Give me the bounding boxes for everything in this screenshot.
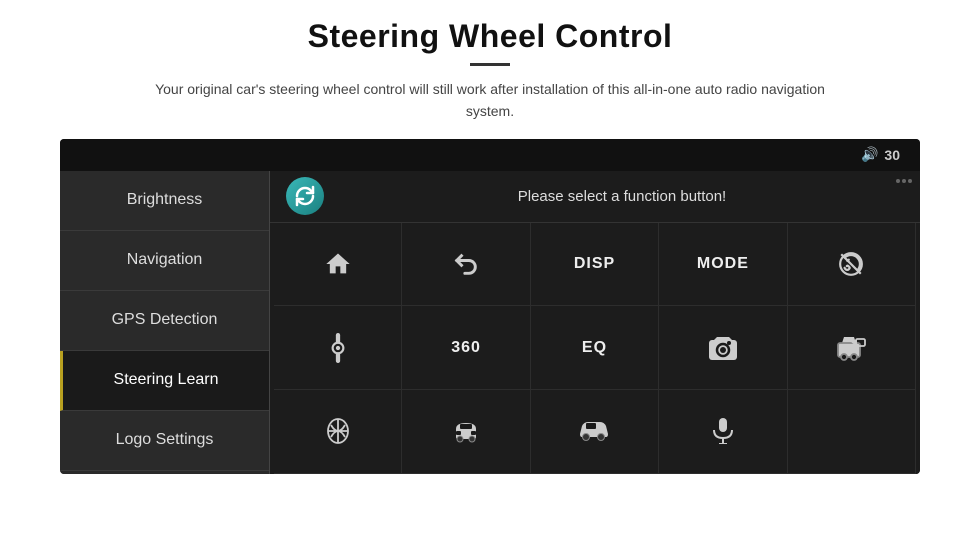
grid-mode-button[interactable]: MODE [659, 223, 787, 307]
grid-disp-button[interactable]: DISP [531, 223, 659, 307]
prompt-text: Please select a function button! [340, 188, 904, 205]
grid-eq-button[interactable]: EQ [531, 306, 659, 390]
grid-car-side-button[interactable] [531, 390, 659, 474]
eq-label: EQ [582, 339, 607, 357]
grid-no-phone-button[interactable] [788, 223, 916, 307]
main-content: Please select a function button! [270, 171, 920, 474]
refresh-button[interactable] [286, 177, 324, 215]
360-label: 360 [451, 339, 481, 357]
car-front-icon [452, 419, 480, 443]
grid-car-front-button[interactable] [402, 390, 530, 474]
mode-label: MODE [697, 255, 749, 273]
grid-camera1-button[interactable] [659, 306, 787, 390]
refresh-icon [293, 184, 317, 208]
grid-home-button[interactable] [274, 223, 402, 307]
grid-mic-button[interactable] [659, 390, 787, 474]
content-header: Please select a function button! [270, 171, 920, 223]
button-grid: DISP MODE [270, 223, 920, 474]
sidebar-menu: Brightness Navigation GPS Detection Stee… [60, 171, 270, 474]
grid-empty-cell [788, 390, 916, 474]
car-screen: 🔊 30 Brightness Navigation GPS Detection… [60, 139, 920, 474]
sidebar-item-steering-learn[interactable]: Steering Learn [60, 351, 269, 411]
no-phone-icon [838, 251, 864, 277]
camera2-icon [836, 335, 866, 361]
page-wrapper: Steering Wheel Control Your original car… [0, 0, 980, 544]
camera1-icon [709, 335, 737, 361]
sidebar-item-gps-detection[interactable]: GPS Detection [60, 291, 269, 351]
back-icon [452, 250, 480, 278]
disp-label: DISP [574, 255, 615, 273]
page-subtitle: Your original car's steering wheel contr… [130, 78, 850, 123]
screen-top-bar: 🔊 30 [60, 139, 920, 171]
sidebar-item-brightness[interactable]: Brightness [60, 171, 269, 231]
knob-icon [325, 333, 351, 363]
home-icon [324, 250, 352, 278]
sidebar-item-logo-settings[interactable]: Logo Settings [60, 411, 269, 471]
volume-number: 30 [884, 147, 900, 163]
grid-back-button[interactable] [402, 223, 530, 307]
sidebar-item-navigation[interactable]: Navigation [60, 231, 269, 291]
mic-icon [712, 418, 734, 444]
title-divider [470, 63, 510, 66]
grid-knob-button[interactable] [274, 306, 402, 390]
car-top-icon [325, 418, 351, 444]
volume-icon: 🔊 [861, 146, 878, 163]
grid-360-button[interactable]: 360 [402, 306, 530, 390]
screen-body: Brightness Navigation GPS Detection Stee… [60, 171, 920, 474]
car-side-icon [578, 420, 610, 442]
page-title: Steering Wheel Control [308, 18, 673, 55]
grid-camera2-button[interactable] [788, 306, 916, 390]
dots-indicator [896, 179, 912, 183]
grid-car-top-button[interactable] [274, 390, 402, 474]
